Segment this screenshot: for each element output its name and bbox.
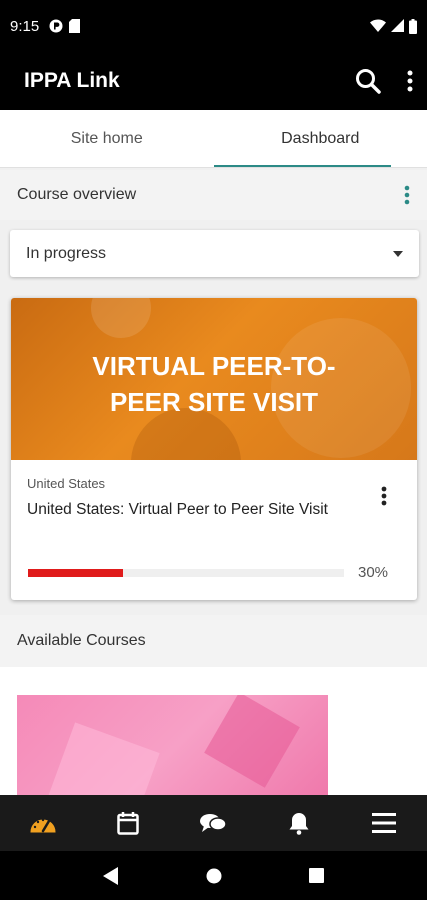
course-card-image-text: VIRTUAL PEER-TO-PEER SITE VISIT <box>92 351 336 417</box>
available-course-image[interactable] <box>17 695 328 795</box>
menu-icon <box>372 813 397 833</box>
course-title[interactable]: United States: Virtual Peer to Peer Site… <box>27 501 367 519</box>
status-time: 9:15 <box>10 17 40 35</box>
course-filter-select[interactable]: In progress <box>10 230 419 277</box>
progress-track <box>28 568 344 577</box>
available-courses-list <box>0 667 427 795</box>
tab-label: Dashboard <box>281 129 360 147</box>
course-card-image: VIRTUAL PEER-TO-PEER SITE VISIT <box>11 298 417 460</box>
tab-bar: Site home Dashboard <box>0 110 427 168</box>
nav-menu[interactable] <box>364 803 404 843</box>
course-filter-value: In progress <box>26 244 107 262</box>
wifi-icon <box>370 19 386 32</box>
available-courses-title: Available Courses <box>17 632 146 649</box>
tab-label: Site home <box>70 129 143 147</box>
course-options-icon[interactable] <box>381 486 387 506</box>
notifications-icon <box>289 813 309 835</box>
bottom-navigation <box>0 795 427 851</box>
thumb-decoration <box>204 695 300 788</box>
app-bar: IPPA Link <box>0 52 427 110</box>
app-title: IPPA Link <box>24 69 120 92</box>
banner-decoration <box>91 298 151 338</box>
course-overview-header: Course overview <box>0 170 427 220</box>
dashboard-icon <box>30 818 56 833</box>
course-card[interactable]: VIRTUAL PEER-TO-PEER SITE VISIT United S… <box>11 298 417 600</box>
thumb-decoration <box>44 722 160 795</box>
tab-site-home[interactable]: Site home <box>0 110 214 167</box>
nav-messages[interactable] <box>193 803 233 843</box>
course-overview-menu-icon[interactable] <box>404 185 410 205</box>
app-notification-icon <box>49 19 63 33</box>
progress-label: 30% <box>358 564 389 581</box>
available-courses-header: Available Courses <box>0 615 427 667</box>
battery-icon <box>409 18 417 34</box>
cell-signal-icon <box>391 19 404 32</box>
sd-card-icon <box>69 19 81 33</box>
course-overview-title: Course overview <box>17 186 137 203</box>
messages-icon <box>200 814 228 832</box>
tab-dashboard[interactable]: Dashboard <box>213 110 427 167</box>
system-navigation-bar <box>0 851 427 900</box>
recents-icon[interactable] <box>308 868 324 883</box>
progress-fill <box>28 568 123 577</box>
calendar-icon <box>117 812 139 835</box>
home-icon[interactable] <box>206 868 222 884</box>
course-progress: 30% <box>28 564 398 581</box>
nav-notifications[interactable] <box>279 803 319 843</box>
dropdown-caret-icon <box>393 250 403 257</box>
status-bar: 9:15 <box>0 0 427 52</box>
back-icon[interactable] <box>103 866 119 885</box>
nav-dashboard[interactable] <box>23 803 63 843</box>
more-options-icon[interactable] <box>407 70 413 92</box>
search-icon[interactable] <box>355 68 381 94</box>
course-category: United States <box>27 476 106 491</box>
nav-calendar[interactable] <box>108 803 148 843</box>
